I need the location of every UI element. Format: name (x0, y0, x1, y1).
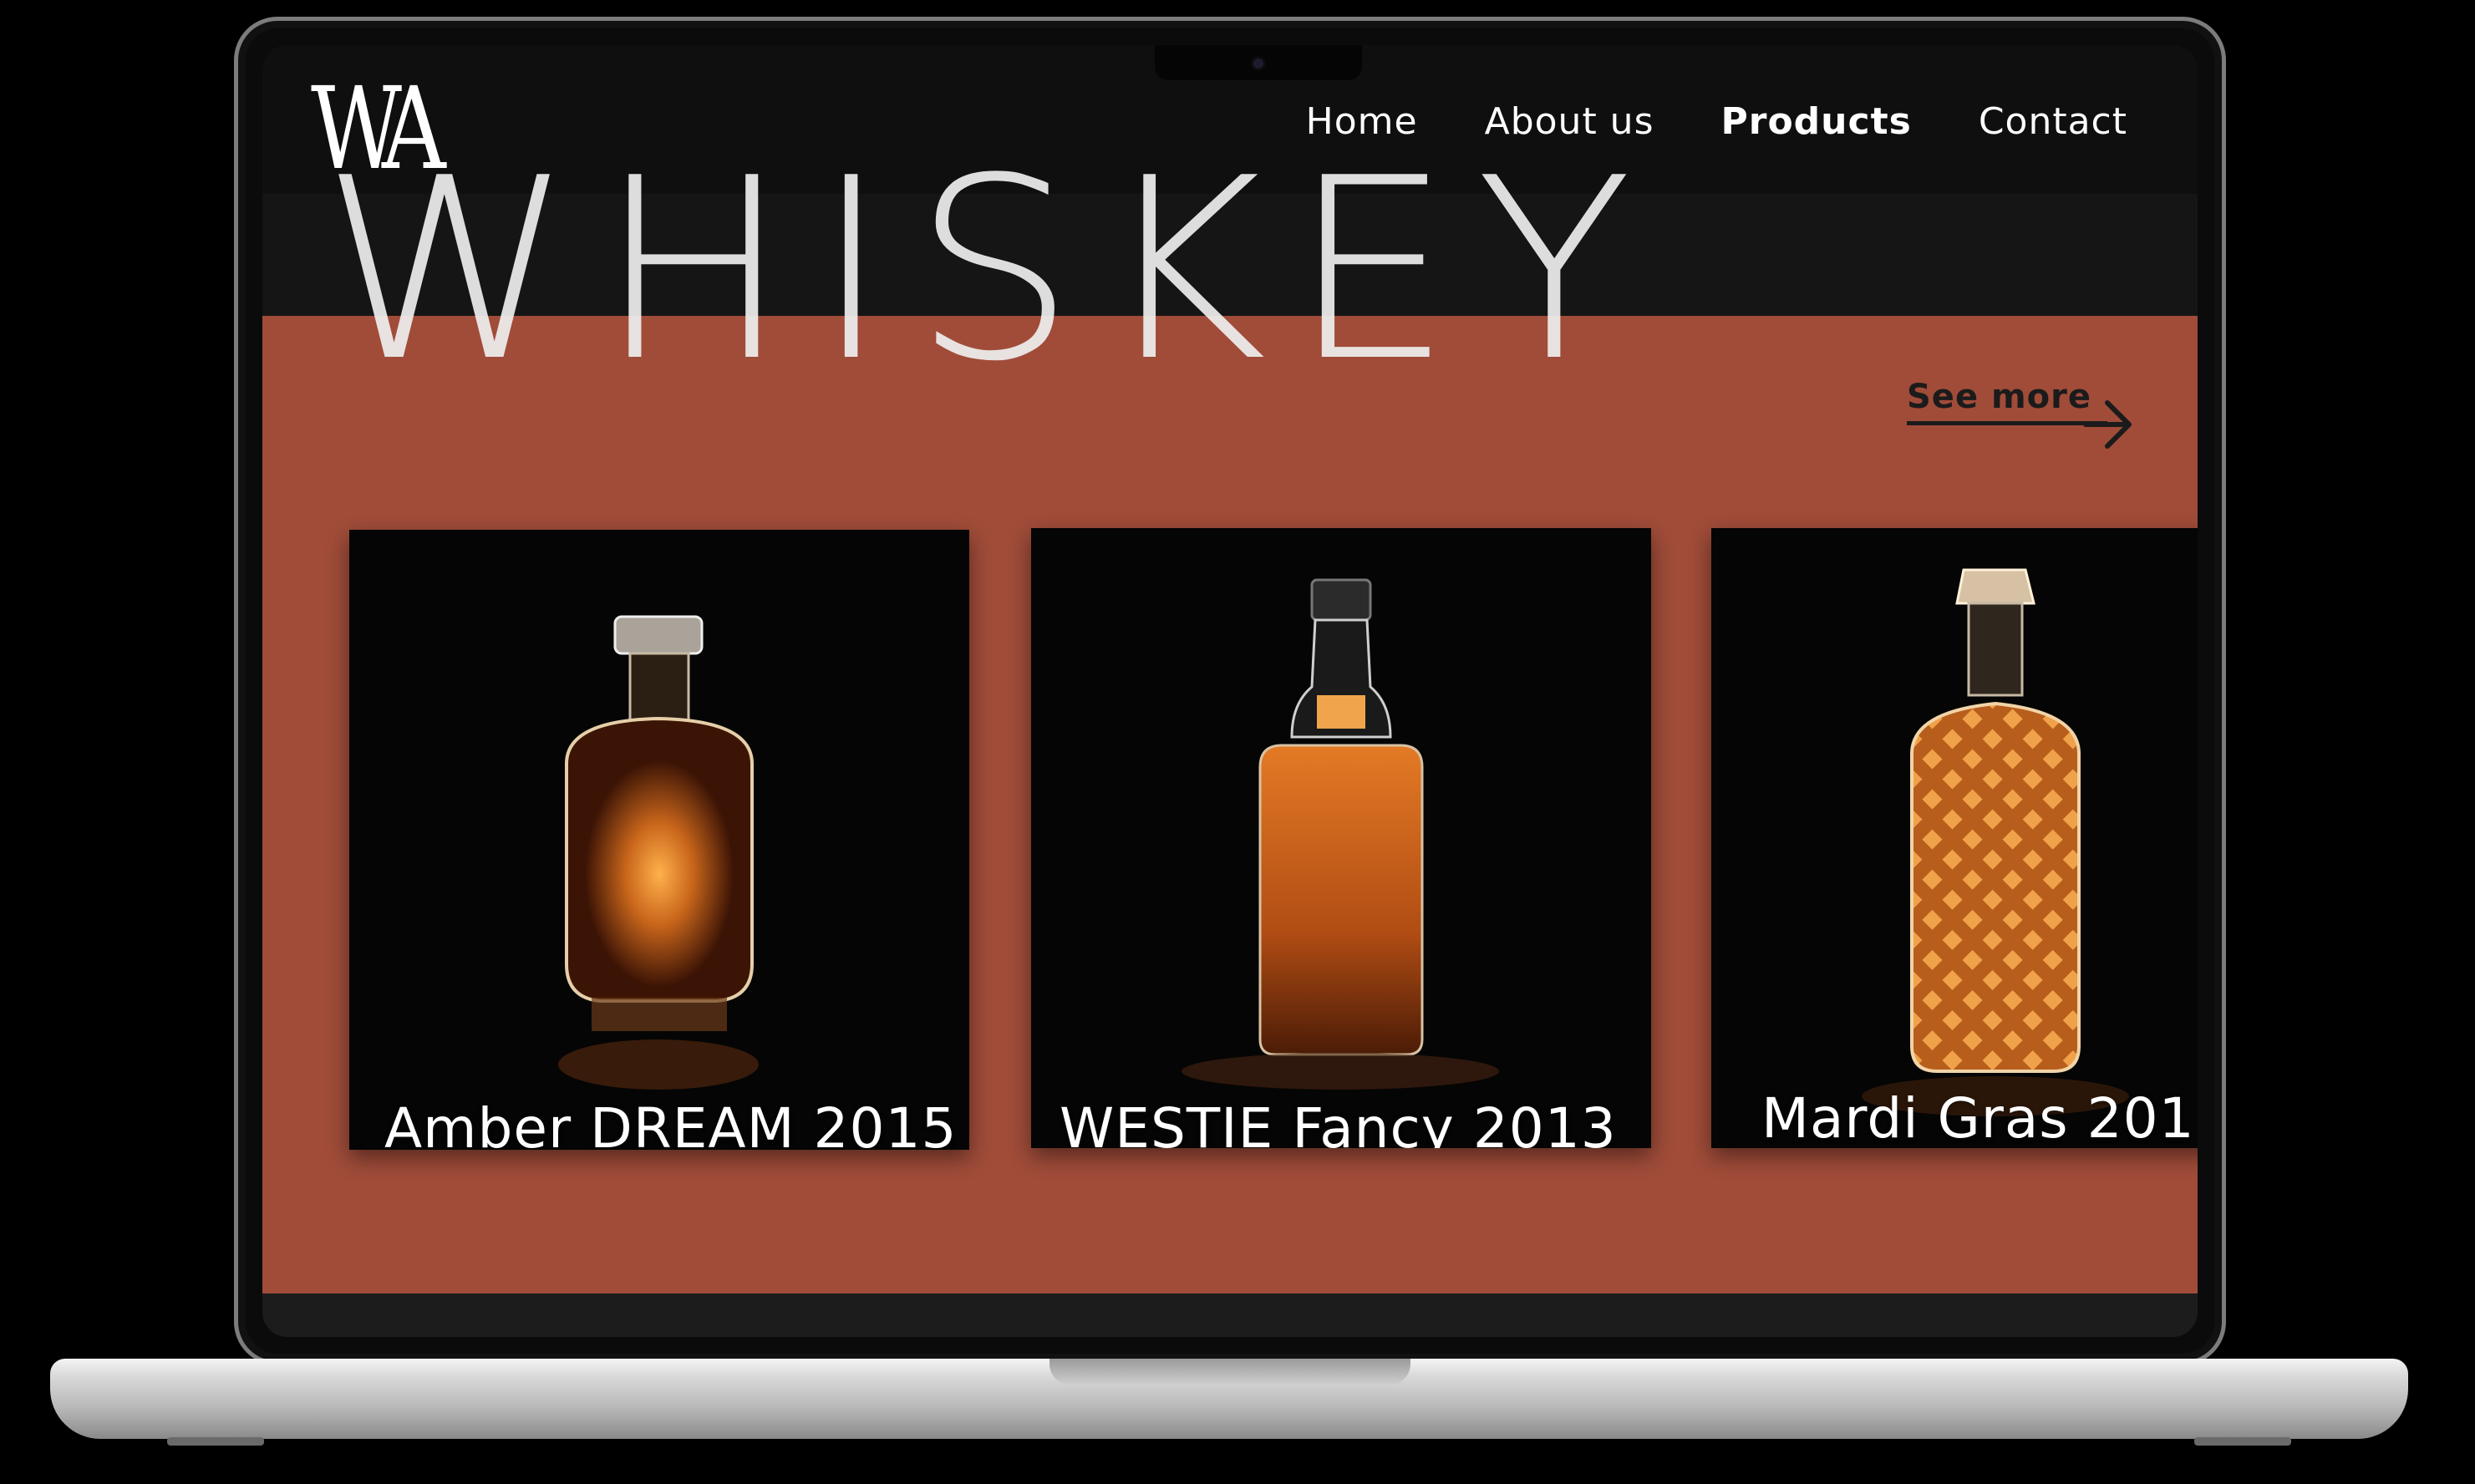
product-card-amber-dream[interactable]: Amber DREAM 2015 (349, 530, 969, 1150)
camera-notch (1155, 45, 1362, 80)
see-more-underline (1907, 421, 2107, 425)
website-screen: WA Home About us Products Contact WHISKE… (262, 45, 2198, 1293)
see-more-link[interactable]: See more (1907, 378, 2132, 449)
screen-bezel: WA Home About us Products Contact WHISKE… (262, 45, 2198, 1337)
bottom-bezel (262, 1293, 2198, 1337)
laptop-lid: WA Home About us Products Contact WHISKE… (234, 17, 2226, 1365)
product-name: Amber DREAM 2015 (384, 1096, 958, 1150)
hero-title: WHISKEY (321, 125, 1656, 416)
nav-link-products[interactable]: Products (1721, 100, 1912, 143)
product-name: Mardi Gras 201 (1761, 1086, 2195, 1148)
nav-link-contact[interactable]: Contact (1979, 100, 2127, 143)
crystal-decanter-icon (1711, 528, 2198, 1148)
see-more-label: See more (1907, 378, 2092, 416)
product-name: WESTIE Fancy 2013 (1060, 1096, 1617, 1148)
laptop-foot-left (167, 1437, 264, 1446)
product-card-westie-fancy[interactable]: WESTIE Fancy 2013 (1031, 528, 1651, 1148)
arrow-right-icon (2083, 400, 2132, 449)
whiskey-bottle-icon (1031, 528, 1651, 1148)
camera-icon (1253, 58, 1263, 69)
trackpad-notch (1049, 1359, 1410, 1385)
decanter-bottle-icon (349, 530, 969, 1150)
product-card-mardi-gras[interactable]: Mardi Gras 201 (1711, 528, 2198, 1148)
laptop-base (50, 1359, 2408, 1446)
laptop-foot-right (2194, 1437, 2291, 1446)
